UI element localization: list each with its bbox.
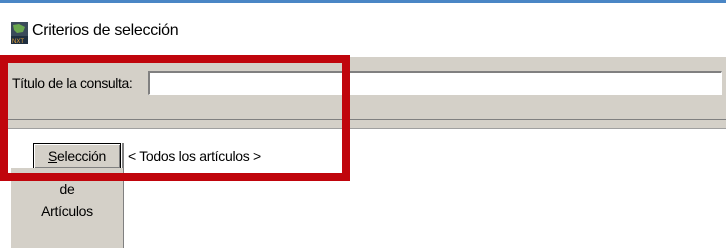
selection-button[interactable]: Selección — [33, 143, 121, 169]
query-title-input[interactable] — [148, 71, 722, 95]
selection-button-accel: S — [47, 148, 58, 164]
selection-button-label: elección — [57, 148, 106, 164]
articles-side-tab-line2: Artículos — [41, 203, 93, 219]
query-title-panel: Título de la consulta: — [0, 56, 726, 120]
articles-side-tab[interactable]: de Artículos — [10, 168, 124, 248]
selection-value-field[interactable]: < Todos los artículos > — [122, 143, 622, 169]
svg-text:NXT: NXT — [12, 39, 24, 44]
window-titlebar: NXT Criterios de selección — [0, 3, 726, 55]
articles-side-tab-line1: de — [59, 181, 75, 197]
window-title: Criterios de selección — [32, 22, 179, 39]
panel-separator — [0, 120, 726, 129]
query-title-label: Título de la consulta: — [12, 75, 133, 91]
app-icon: NXT — [11, 22, 28, 44]
